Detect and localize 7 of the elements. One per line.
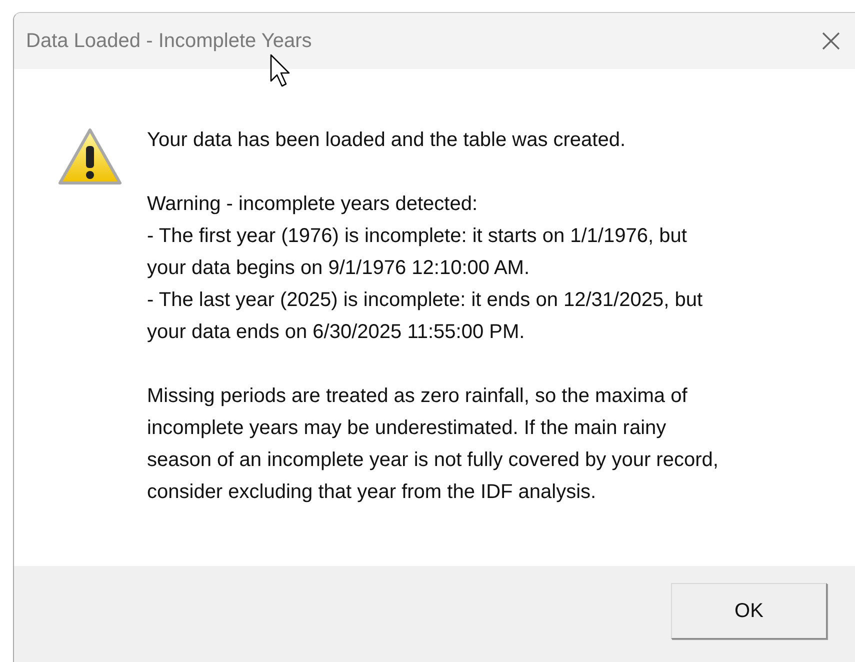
message-text: Warning - incomplete years detected: - The first year (1976) is incomplete: it starts on 1/1/1976, but your data begins on 9/1/1976 12:10:00 AM. - The last year (2025) is incomplete: it ends on 12/31/2025, but your data ends on 6/30/2025 11:55:00 PM. bbox=[147, 192, 704, 345]
close-icon[interactable] bbox=[821, 31, 841, 51]
message-text: Missing periods are treated as zero rainfall, so the maxima of incomplete years may be underestimated. If the main rainy season of an incomplete year is not fully covered by your record, consider excluding that year from the IDF analysis. bbox=[147, 384, 718, 505]
message-text: Your data has been loaded and the table was created. bbox=[147, 128, 627, 153]
window-title: Data Loaded - Incomplete Years bbox=[26, 30, 312, 52]
ok-button[interactable]: OK bbox=[671, 583, 827, 639]
warning-icon bbox=[57, 127, 123, 187]
